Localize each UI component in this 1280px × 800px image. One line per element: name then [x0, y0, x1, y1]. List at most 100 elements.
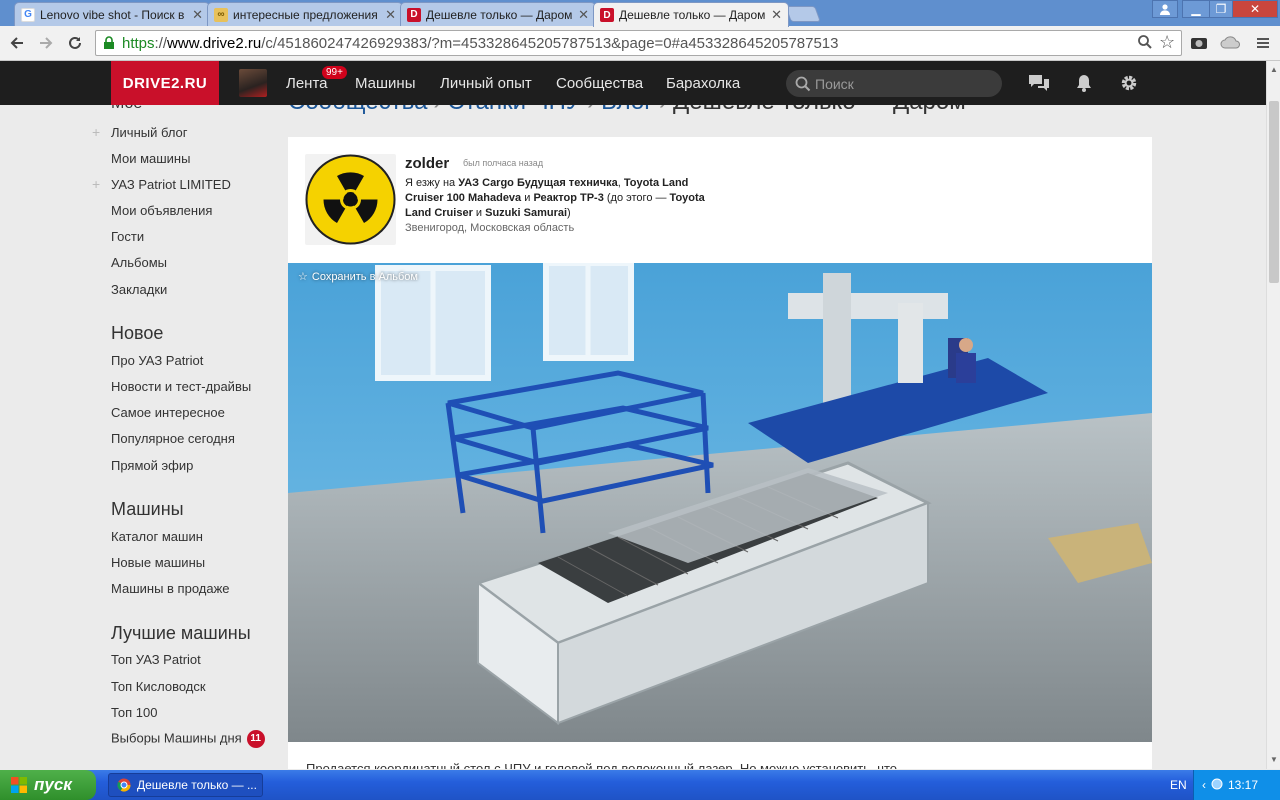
close-tab-icon[interactable]: ✕ — [385, 7, 396, 23]
sidebar-item-catalog[interactable]: Каталог машин — [111, 529, 203, 544]
feed-count-badge: 99+ — [322, 66, 347, 79]
add-icon[interactable]: + — [92, 176, 100, 192]
sidebar-item-car[interactable]: УАЗ Patriot LIMITED — [111, 177, 231, 192]
nav-cars[interactable]: Машины — [355, 75, 415, 92]
browser-toolbar: https://www.drive2.ru/c/4518602474269293… — [0, 26, 1280, 61]
tray-network-icon[interactable] — [1211, 778, 1223, 793]
bio-text: и — [521, 192, 534, 204]
sidebar-item-bookmarks[interactable]: Закладки — [111, 282, 167, 297]
author-avatar[interactable] — [305, 154, 396, 245]
url-path: /c/451860247426929383/?m=453328645205787… — [261, 34, 839, 52]
taskbar-window-button[interactable]: Дешевле только — ... — [108, 773, 263, 797]
author-bio: Я езжу на УАЗ Cargo Будущая техничка, To… — [405, 177, 705, 219]
close-tab-icon[interactable]: ✕ — [192, 7, 203, 23]
site-search — [786, 70, 1002, 97]
add-icon[interactable]: + — [92, 124, 100, 140]
author-name[interactable]: zolder — [405, 155, 449, 172]
windows-logo-icon — [11, 777, 27, 793]
tab-title: Lenovo vibe shot - Поиск в Google — [40, 7, 188, 22]
page-scrollbar[interactable]: ▲ ▼ — [1266, 61, 1280, 769]
bookmark-star-icon[interactable]: ☆ — [1159, 32, 1175, 53]
sidebar-item-top-100[interactable]: Топ 100 — [111, 705, 158, 720]
forward-button[interactable] — [34, 32, 58, 54]
radiation-icon — [305, 154, 396, 245]
scroll-up-arrow-icon[interactable]: ▲ — [1270, 65, 1278, 74]
browser-menu-icon[interactable] — [1252, 32, 1274, 54]
system-tray: ‹ 13:17 — [1193, 770, 1280, 800]
sidebar-item-about-car[interactable]: Про УАЗ Patriot — [111, 353, 203, 368]
start-button[interactable]: пуск — [0, 770, 96, 800]
browser-tab[interactable]: G Lenovo vibe shot - Поиск в Google ✕ — [14, 2, 210, 26]
sidebar-item-label: Выборы Машины дня — [111, 730, 242, 746]
address-bar[interactable]: https://www.drive2.ru/c/4518602474269293… — [95, 30, 1182, 56]
sidebar-item-albums[interactable]: Альбомы — [111, 255, 167, 270]
tab-title: Дешевле только — Даром — [619, 8, 766, 22]
save-to-album-label: Сохранить в Альбом — [311, 270, 418, 283]
back-button[interactable] — [5, 32, 29, 54]
sidebar-heading-cars: Машины — [111, 499, 184, 519]
site-header: DRIVE2.RU Лента 99+ Машины Личный опыт С… — [0, 61, 1266, 105]
os-taskbar: пуск Дешевле только — ... EN ‹ 13:17 — [0, 770, 1280, 800]
tab-title: Дешевле только — Даром — [426, 7, 573, 22]
author-city[interactable]: Звенигород, Московская область — [405, 222, 574, 234]
start-label: пуск — [34, 775, 72, 794]
avatar[interactable] — [239, 69, 267, 97]
messages-icon[interactable] — [1027, 71, 1051, 95]
notifications-bell-icon[interactable] — [1072, 71, 1096, 95]
browser-tab[interactable]: ∞ интересные предложения ✕ — [207, 2, 403, 26]
sidebar-item-top-model[interactable]: Топ УАЗ Patriot — [111, 652, 201, 667]
post-photo[interactable]: ☆ Сохранить в Альбом — [288, 263, 1152, 742]
author-car-link[interactable]: Suzuki Samurai — [485, 207, 567, 219]
url-host: www.drive2.ru — [167, 34, 262, 52]
save-to-album-button[interactable]: ☆ Сохранить в Альбом — [298, 270, 418, 284]
google-icon: G — [21, 7, 35, 22]
browser-tab[interactable]: D Дешевле только — Даром ✕ — [400, 2, 596, 26]
close-tab-icon[interactable]: ✕ — [578, 7, 589, 23]
drive2-icon: D — [600, 8, 614, 22]
nav-feed[interactable]: Лента — [286, 75, 328, 92]
url-text: https://www.drive2.ru/c/4518602474269293… — [122, 34, 839, 52]
search-page-icon[interactable] — [1137, 34, 1153, 55]
secure-lock-icon — [102, 36, 116, 50]
sidebar-item-top-city[interactable]: Топ Кисловодск — [111, 679, 206, 694]
nav-communities[interactable]: Сообщества — [556, 75, 643, 92]
site-logo[interactable]: DRIVE2.RU — [111, 61, 219, 105]
sidebar-item-my-cars[interactable]: Мои машины — [111, 151, 190, 166]
scroll-down-arrow-icon[interactable]: ▼ — [1270, 755, 1278, 764]
sidebar-item-interesting[interactable]: Самое интересное — [111, 405, 225, 420]
star-icon: ☆ — [298, 271, 308, 283]
bio-text: (до этого — — [603, 192, 670, 204]
author-car-link[interactable]: УАЗ Cargo Будущая техничка — [458, 177, 617, 189]
sidebar-heading-best: Лучшие машины — [111, 623, 251, 643]
author-last-seen: был полчаса назад — [463, 158, 544, 168]
sidebar-item-blog[interactable]: Личный блог — [111, 125, 188, 140]
scrollbar-thumb[interactable] — [1269, 101, 1279, 283]
extension-cloud-icon[interactable] — [1220, 32, 1242, 54]
sidebar-item-news[interactable]: Новости и тест-драйвы — [111, 379, 251, 394]
browser-tab-active[interactable]: D Дешевле только — Даром ✕ — [593, 2, 789, 27]
language-indicator[interactable]: EN — [1170, 778, 1187, 792]
tray-expand-icon[interactable]: ‹ — [1202, 778, 1206, 792]
nav-experience[interactable]: Личный опыт — [440, 75, 532, 92]
nav-market[interactable]: Барахолка — [666, 75, 740, 92]
reload-button[interactable] — [63, 32, 87, 54]
sidebar-item-new-cars[interactable]: Новые машины — [111, 555, 205, 570]
sidebar-item-popular[interactable]: Популярное сегодня — [111, 431, 235, 446]
clock[interactable]: 13:17 — [1228, 778, 1258, 792]
minimize-button[interactable]: ▁ — [1182, 0, 1210, 18]
sidebar-item-ads[interactable]: Мои объявления — [111, 203, 212, 218]
sidebar-item-live[interactable]: Прямой эфир — [111, 458, 193, 473]
sidebar-item-for-sale[interactable]: Машины в продаже — [111, 581, 230, 596]
sidebar-item-guests[interactable]: Гости — [111, 229, 144, 244]
close-tab-icon[interactable]: ✕ — [771, 7, 782, 23]
maximize-button[interactable]: ❐ — [1209, 0, 1233, 18]
bio-text: и — [472, 207, 486, 219]
new-tab-button[interactable] — [785, 6, 821, 22]
user-profile-icon[interactable] — [1152, 0, 1178, 18]
search-input[interactable] — [815, 75, 995, 92]
sidebar-item-car-of-day[interactable]: Выборы Машины дня 11 — [111, 730, 265, 748]
extension-camera-icon[interactable] — [1188, 32, 1210, 54]
close-window-button[interactable]: ✕ — [1232, 0, 1278, 18]
gear-icon[interactable] — [1117, 71, 1141, 95]
author-car-link[interactable]: Реактор ТР-3 — [533, 192, 603, 204]
